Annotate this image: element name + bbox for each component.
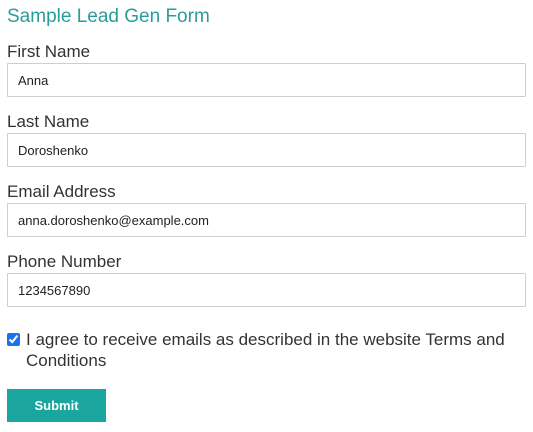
phone-input[interactable] — [7, 273, 526, 307]
first-name-field-group: First Name — [7, 42, 526, 97]
consent-text: I agree to receive emails as described i… — [26, 330, 505, 370]
phone-label: Phone Number — [7, 252, 122, 271]
consent-checkbox[interactable] — [7, 333, 20, 346]
email-field-group: Email Address — [7, 182, 526, 237]
email-label: Email Address — [7, 182, 116, 201]
last-name-field-group: Last Name — [7, 112, 526, 167]
phone-field-group: Phone Number — [7, 252, 526, 307]
last-name-label: Last Name — [7, 112, 90, 131]
email-input[interactable] — [7, 203, 526, 237]
first-name-input[interactable] — [7, 63, 526, 97]
submit-button[interactable]: Submit — [7, 389, 106, 422]
first-name-label: First Name — [7, 42, 91, 61]
lead-gen-form: Sample Lead Gen Form First Name Last Nam… — [7, 6, 526, 422]
consent-row: I agree to receive emails as described i… — [7, 329, 526, 371]
form-title: Sample Lead Gen Form — [7, 6, 210, 27]
last-name-input[interactable] — [7, 133, 526, 167]
